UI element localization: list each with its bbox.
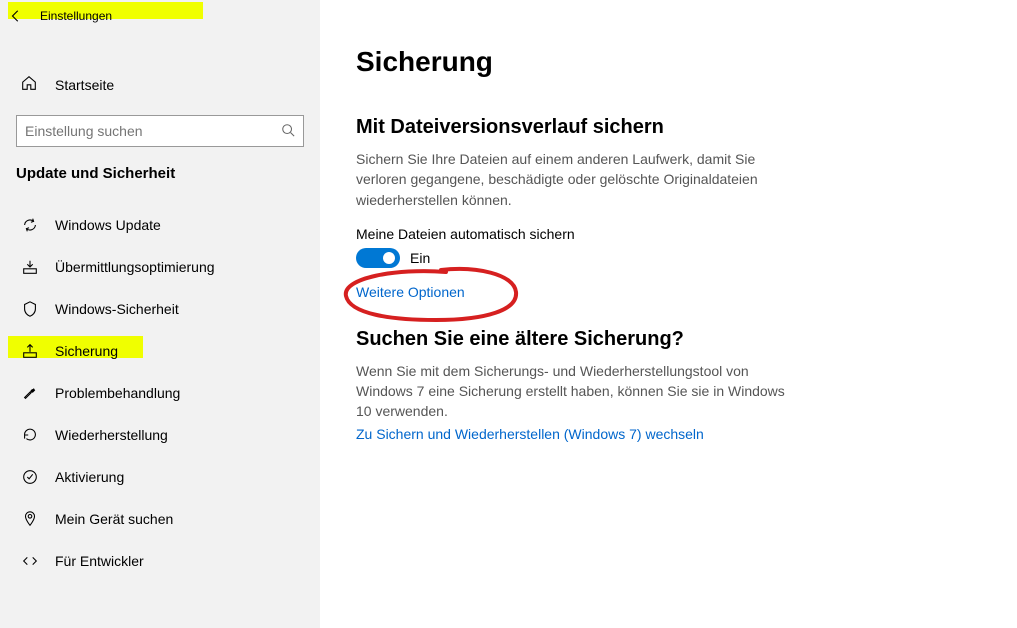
sidebar-item-label: Windows Update (55, 217, 161, 233)
sidebar: Einstellungen Startseite Update und Sich… (0, 0, 320, 628)
sidebar-item-recovery[interactable]: Wiederherstellung (0, 414, 320, 456)
file-history-heading: Mit Dateiversionsverlauf sichern (356, 116, 981, 139)
window-title: Einstellungen (32, 9, 112, 23)
sidebar-item-find-my-device[interactable]: Mein Gerät suchen (0, 498, 320, 540)
arrow-left-icon (9, 9, 23, 23)
sidebar-item-label: Windows-Sicherheit (55, 301, 179, 317)
page-title: Sicherung (356, 46, 981, 78)
sidebar-item-label: Sicherung (55, 343, 118, 359)
home-icon (20, 74, 40, 95)
main-content: Sicherung Mit Dateiversionsverlauf siche… (320, 0, 1017, 628)
sidebar-item-label: Wiederherstellung (55, 427, 168, 443)
legacy-backup-heading: Suchen Sie eine ältere Sicherung? (356, 328, 981, 351)
sidebar-item-activation[interactable]: Aktivierung (0, 456, 320, 498)
sidebar-home[interactable]: Startseite (0, 60, 320, 109)
toggle-state-text: Ein (410, 250, 430, 266)
backup-icon (20, 342, 40, 360)
sidebar-item-label: Mein Gerät suchen (55, 511, 173, 527)
sync-icon (20, 216, 40, 234)
sidebar-item-label: Aktivierung (55, 469, 124, 485)
search-container (0, 115, 320, 147)
auto-backup-toggle[interactable] (356, 248, 400, 268)
legacy-backup-description: Wenn Sie mit dem Sicherungs- und Wiederh… (356, 361, 796, 422)
wrench-icon (20, 384, 40, 402)
sidebar-item-delivery-optimization[interactable]: Übermittlungsoptimierung (0, 246, 320, 288)
titlebar: Einstellungen (0, 0, 320, 32)
shield-icon (20, 300, 40, 318)
sidebar-item-troubleshoot[interactable]: Problembehandlung (0, 372, 320, 414)
sidebar-item-developers[interactable]: Für Entwickler (0, 540, 320, 582)
search-input[interactable] (25, 123, 281, 139)
auto-backup-toggle-label: Meine Dateien automatisch sichern (356, 226, 981, 242)
auto-backup-toggle-row: Ein (356, 248, 981, 268)
sidebar-item-windows-update[interactable]: Windows Update (0, 204, 320, 246)
sidebar-category: Update und Sicherheit (0, 147, 320, 192)
check-circle-icon (20, 468, 40, 486)
sidebar-item-label: Für Entwickler (55, 553, 144, 569)
toggle-knob (383, 252, 395, 264)
sidebar-nav: Windows Update Übermittlungsoptimierung … (0, 204, 320, 582)
delivery-icon (20, 258, 40, 276)
sidebar-item-windows-security[interactable]: Windows-Sicherheit (0, 288, 320, 330)
search-icon (281, 123, 295, 140)
recovery-icon (20, 426, 40, 444)
location-icon (20, 510, 40, 528)
sidebar-item-label: Übermittlungsoptimierung (55, 259, 215, 275)
search-box[interactable] (16, 115, 304, 147)
more-options-link[interactable]: Weitere Optionen (356, 284, 465, 300)
sidebar-item-label: Problembehandlung (55, 385, 180, 401)
sidebar-home-label: Startseite (55, 77, 114, 93)
legacy-backup-link[interactable]: Zu Sichern und Wiederherstellen (Windows… (356, 426, 704, 442)
code-icon (20, 552, 40, 570)
back-button[interactable] (0, 0, 32, 32)
file-history-description: Sichern Sie Ihre Dateien auf einem ander… (356, 149, 796, 210)
sidebar-item-backup[interactable]: Sicherung (0, 330, 320, 372)
